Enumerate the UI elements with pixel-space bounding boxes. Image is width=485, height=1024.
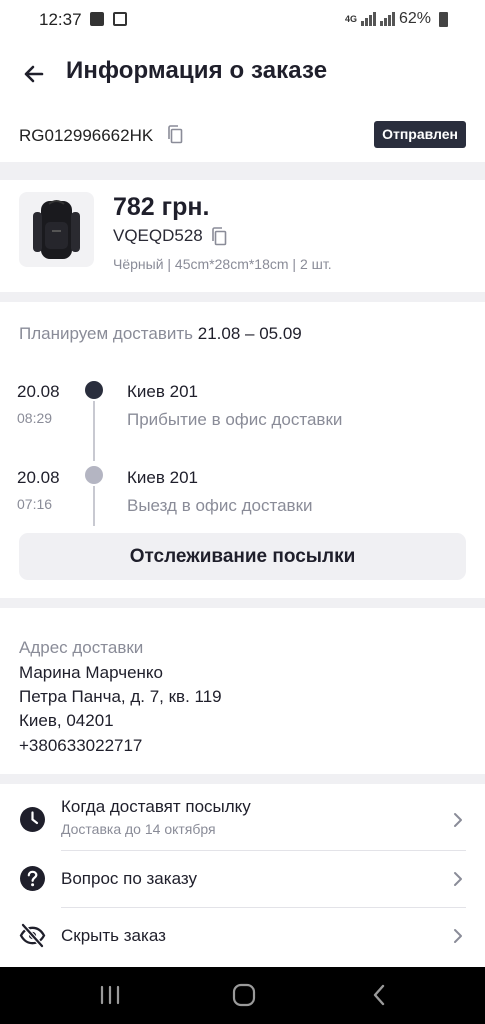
page-title: Информация о заказе bbox=[66, 57, 328, 84]
copy-icon[interactable] bbox=[167, 125, 183, 144]
delivery-estimate-dates: 21.08 – 05.09 bbox=[197, 324, 302, 343]
event-location: Киев 201 bbox=[127, 382, 198, 401]
actions-card: Когда доставят посылку Доставка до 14 ок… bbox=[0, 784, 485, 967]
battery-icon bbox=[439, 12, 448, 27]
signal-icon bbox=[360, 12, 376, 26]
clock-icon bbox=[20, 807, 45, 832]
network-type: 4G bbox=[344, 14, 357, 24]
system-navigation-bar bbox=[0, 967, 485, 1024]
product-sku: VQEQD528 bbox=[113, 226, 203, 245]
back-arrow-icon[interactable] bbox=[18, 58, 50, 90]
status-bar: 12:37 4G 62% bbox=[0, 0, 485, 38]
event-time: 08:29 bbox=[17, 410, 53, 426]
menu-item-title: Когда доставят посылку bbox=[61, 797, 251, 816]
system-back-icon[interactable] bbox=[365, 981, 395, 1009]
status-badge: Отправлен bbox=[374, 121, 466, 148]
product-image[interactable] bbox=[19, 192, 94, 267]
address-street: Петра Панча, д. 7, кв. 119 bbox=[19, 687, 222, 706]
recipient-name: Марина Марченко bbox=[19, 663, 163, 682]
timeline-dot-active bbox=[85, 381, 103, 399]
notification-icon bbox=[90, 12, 104, 26]
timeline-line bbox=[93, 486, 95, 526]
menu-item-order-question[interactable]: Вопрос по заказу bbox=[0, 851, 485, 907]
backpack-image bbox=[33, 200, 80, 259]
menu-item-delivery-time[interactable]: Когда доставят посылку Доставка до 14 ок… bbox=[0, 788, 485, 850]
event-description: Выезд в офис доставки bbox=[127, 496, 313, 515]
event-location: Киев 201 bbox=[127, 468, 198, 487]
signal-icon bbox=[379, 12, 395, 26]
battery-level: 62% bbox=[398, 10, 431, 27]
status-time: 12:37 bbox=[39, 10, 82, 29]
address-card: Адрес доставки Марина Марченко Петра Пан… bbox=[0, 608, 485, 774]
app-bar: Информация о заказе bbox=[0, 38, 485, 110]
recipient-phone: +380633022717 bbox=[19, 736, 143, 755]
address-label: Адрес доставки bbox=[19, 638, 144, 657]
notification-icon bbox=[113, 12, 127, 26]
delivery-estimate-label: Планируем доставить bbox=[19, 324, 194, 343]
timeline-dot bbox=[85, 466, 103, 484]
eye-off-icon bbox=[19, 922, 46, 949]
chevron-right-icon bbox=[454, 929, 462, 943]
product-card[interactable]: 782 грн. VQEQD528 Чёрный | 45cm*28cm*18c… bbox=[0, 180, 485, 292]
home-icon[interactable] bbox=[229, 981, 259, 1009]
status-indicators: 4G 62% bbox=[345, 10, 447, 28]
recent-apps-icon[interactable] bbox=[95, 981, 125, 1009]
address-city: Киев, 04201 bbox=[19, 711, 114, 730]
menu-item-subtitle: Доставка до 14 октября bbox=[61, 821, 216, 837]
timeline-line bbox=[93, 401, 95, 461]
product-variant: Чёрный | 45cm*28cm*18cm | 2 шт. bbox=[113, 256, 332, 272]
menu-item-hide-order[interactable]: Скрыть заказ bbox=[0, 908, 485, 964]
question-icon bbox=[20, 866, 45, 891]
chevron-right-icon bbox=[454, 872, 462, 886]
product-price: 782 грн. bbox=[113, 193, 210, 221]
menu-item-title: Скрыть заказ bbox=[61, 926, 166, 945]
event-description: Прибытие в офис доставки bbox=[127, 410, 343, 429]
event-date: 20.08 bbox=[17, 468, 60, 487]
delivery-card: Планируем доставить 21.08 – 05.09 20.08 … bbox=[0, 302, 485, 598]
delivery-estimate: Планируем доставить 21.08 – 05.09 bbox=[19, 324, 302, 344]
chevron-right-icon bbox=[454, 813, 462, 827]
tracking-card: RG012996662HK Отправлен bbox=[0, 110, 485, 162]
event-date: 20.08 bbox=[17, 382, 60, 401]
tracking-number: RG012996662HK bbox=[19, 126, 154, 145]
menu-item-title: Вопрос по заказу bbox=[61, 869, 197, 888]
event-time: 07:16 bbox=[17, 496, 53, 512]
track-parcel-button[interactable]: Отслеживание посылки bbox=[19, 533, 466, 580]
copy-icon[interactable] bbox=[211, 227, 227, 246]
